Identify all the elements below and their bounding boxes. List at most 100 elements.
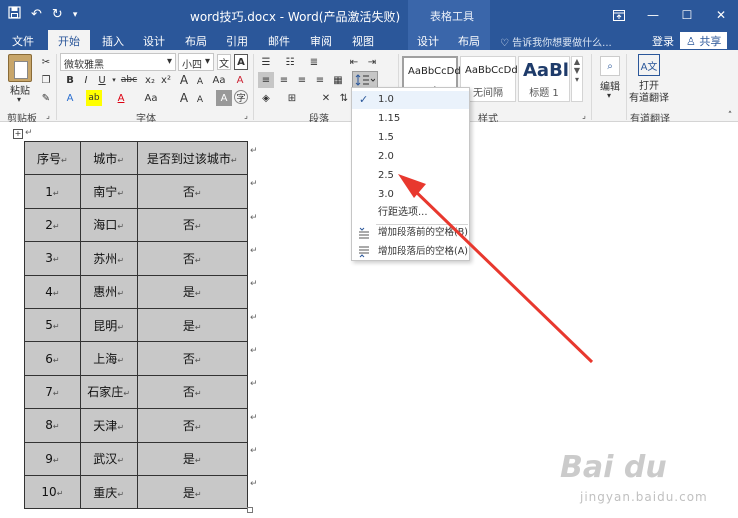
find-icon[interactable]: ⌕ [600, 56, 620, 76]
paste-icon[interactable] [8, 54, 32, 82]
city-table[interactable]: 序号↵ 城市↵ 是否到过该城市↵ 1↵ 南宁↵ 否↵ 2↵ 海口↵ 否↵ 3↵ … [24, 140, 249, 510]
line-spacing-option-2-5[interactable]: 2.5 [352, 167, 469, 185]
youdao-label-2[interactable]: 有道翻译 [626, 90, 672, 104]
header-cell[interactable]: 是否到过该城市↵ [136, 140, 249, 176]
phonetic-guide-icon[interactable]: 文 [217, 54, 231, 70]
add-space-after-item[interactable]: 增加段落后的空格(A) [352, 243, 469, 261]
ribbon-display-icon[interactable] [602, 0, 636, 30]
table-cell[interactable]: 3↵ [24, 241, 81, 276]
grow-2-button[interactable]: A [176, 90, 192, 106]
change-case-2-button[interactable]: Aa [140, 90, 162, 106]
table-cell[interactable]: 否↵ [136, 341, 249, 376]
undo-icon[interactable]: ↶ [31, 7, 42, 22]
tab-review[interactable]: 审阅 [310, 33, 332, 49]
font-launcher-icon[interactable]: ⌟ [242, 110, 250, 120]
sort-icon[interactable]: ⇅ [336, 90, 352, 106]
table-resize-handle[interactable] [247, 507, 253, 513]
tab-view[interactable]: 视图 [352, 33, 374, 49]
customize-icon[interactable]: ▾ [73, 10, 78, 20]
bullets-icon[interactable]: ☰ [258, 54, 274, 70]
styles-launcher-icon[interactable]: ⌟ [580, 110, 588, 120]
table-cell[interactable]: 是↵ [136, 307, 249, 343]
superscript-button[interactable]: x² [158, 72, 174, 88]
table-cell[interactable]: 8↵ [24, 408, 81, 443]
clear-format-button[interactable]: A [232, 72, 248, 88]
table-cell[interactable]: 是↵ [136, 441, 249, 476]
align-right-icon[interactable]: ≡ [294, 72, 310, 88]
table-cell[interactable]: 否↵ [136, 207, 249, 243]
table-cell[interactable]: 南宁↵ [79, 174, 138, 209]
text-effects-button[interactable]: A [62, 90, 78, 106]
minimize-icon[interactable]: — [636, 0, 670, 30]
table-cell[interactable]: 1↵ [24, 174, 81, 209]
char-shading-button[interactable]: A [216, 90, 232, 106]
style-heading-1[interactable]: AaBl 标题 1 [518, 56, 570, 102]
chinese-layout-icon[interactable]: ✕ [318, 90, 334, 106]
table-cell[interactable]: 惠州↵ [79, 274, 138, 309]
tab-design[interactable]: 设计 [143, 33, 165, 49]
table-move-handle-icon[interactable]: + [13, 129, 23, 139]
enclose-char-icon[interactable]: 字 [234, 90, 248, 104]
tab-file[interactable]: 文件 [12, 33, 34, 49]
decrease-indent-icon[interactable]: ⇤ [346, 54, 362, 70]
shading-icon[interactable]: ◈ [258, 90, 274, 106]
table-cell[interactable]: 昆明↵ [79, 307, 138, 343]
tab-mailings[interactable]: 邮件 [268, 33, 290, 49]
table-cell[interactable]: 9↵ [24, 441, 81, 476]
login-link[interactable]: 登录 [652, 33, 674, 49]
table-cell[interactable]: 7↵ [24, 374, 81, 410]
distributed-icon[interactable]: ▦ [330, 72, 346, 88]
font-name-combo[interactable]: 微软雅黑 ▾ [60, 53, 176, 71]
header-cell[interactable]: 城市↵ [79, 140, 138, 176]
justify-icon[interactable]: ≡ [312, 72, 328, 88]
table-cell[interactable]: 否↵ [136, 174, 249, 209]
tab-table-design[interactable]: 设计 [417, 33, 439, 49]
borders-icon[interactable]: ⊞ [284, 90, 300, 106]
line-spacing-option[interactable]: 1.15 [352, 110, 469, 128]
font-grow-button[interactable]: A [176, 72, 192, 88]
clipboard-launcher-icon[interactable]: ⌟ [44, 110, 52, 120]
table-cell[interactable]: 2↵ [24, 207, 81, 243]
table-cell[interactable]: 海口↵ [79, 207, 138, 243]
paste-dropdown-icon[interactable]: ▾ [14, 94, 24, 104]
table-cell[interactable]: 上海↵ [79, 341, 138, 376]
tab-table-layout[interactable]: 布局 [458, 33, 480, 49]
line-spacing-options-link[interactable]: 行距选项... [352, 204, 469, 222]
table-cell[interactable]: 是↵ [136, 474, 249, 510]
add-space-before-item[interactable]: 增加段落前的空格(B) [352, 224, 469, 242]
chevron-down-icon[interactable]: ▾ [604, 90, 614, 100]
table-cell[interactable]: 否↵ [136, 408, 249, 443]
table-cell[interactable]: 武汉↵ [79, 441, 138, 476]
numbering-icon[interactable]: ☷ [282, 54, 298, 70]
table-cell[interactable]: 重庆↵ [79, 474, 138, 510]
tab-insert[interactable]: 插入 [102, 33, 124, 49]
redo-icon[interactable]: ↻ [52, 7, 63, 22]
font-color-button[interactable]: A [113, 90, 129, 106]
strikethrough-button[interactable]: abc [118, 72, 140, 88]
increase-indent-icon[interactable]: ⇥ [364, 54, 380, 70]
font-size-combo[interactable]: 小四 ▾ [178, 53, 214, 71]
cut-icon[interactable]: ✂ [38, 54, 54, 70]
multilevel-list-icon[interactable]: ≣ [306, 54, 322, 70]
bold-button[interactable]: B [62, 72, 78, 88]
font-shrink-button[interactable]: A [192, 74, 208, 90]
table-cell[interactable]: 4↵ [24, 274, 81, 309]
copy-icon[interactable]: ❐ [38, 72, 54, 88]
table-cell[interactable]: 是↵ [136, 274, 249, 309]
tab-references[interactable]: 引用 [226, 33, 248, 49]
table-cell[interactable]: 天津↵ [79, 408, 138, 443]
italic-button[interactable]: I [78, 72, 94, 88]
char-border-icon[interactable]: A [234, 54, 248, 70]
table-cell[interactable]: 10↵ [24, 474, 81, 510]
table-cell[interactable]: 6↵ [24, 341, 81, 376]
tell-me-box[interactable]: ♡ 告诉我你想要做什么... [500, 34, 612, 49]
line-spacing-option[interactable]: 2.0 [352, 148, 469, 166]
styles-scroll[interactable]: ▲ ▼ ▾ [571, 56, 583, 102]
highlight-button[interactable]: ab [86, 90, 102, 106]
table-cell[interactable]: 石家庄↵ [79, 374, 138, 410]
align-left-icon[interactable]: ≡ [258, 72, 274, 88]
line-spacing-option[interactable]: ✓ 1.0 [352, 91, 469, 109]
maximize-icon[interactable]: ☐ [670, 0, 704, 30]
shrink-2-button[interactable]: A [192, 92, 208, 108]
change-case-button[interactable]: Aa [208, 72, 230, 88]
